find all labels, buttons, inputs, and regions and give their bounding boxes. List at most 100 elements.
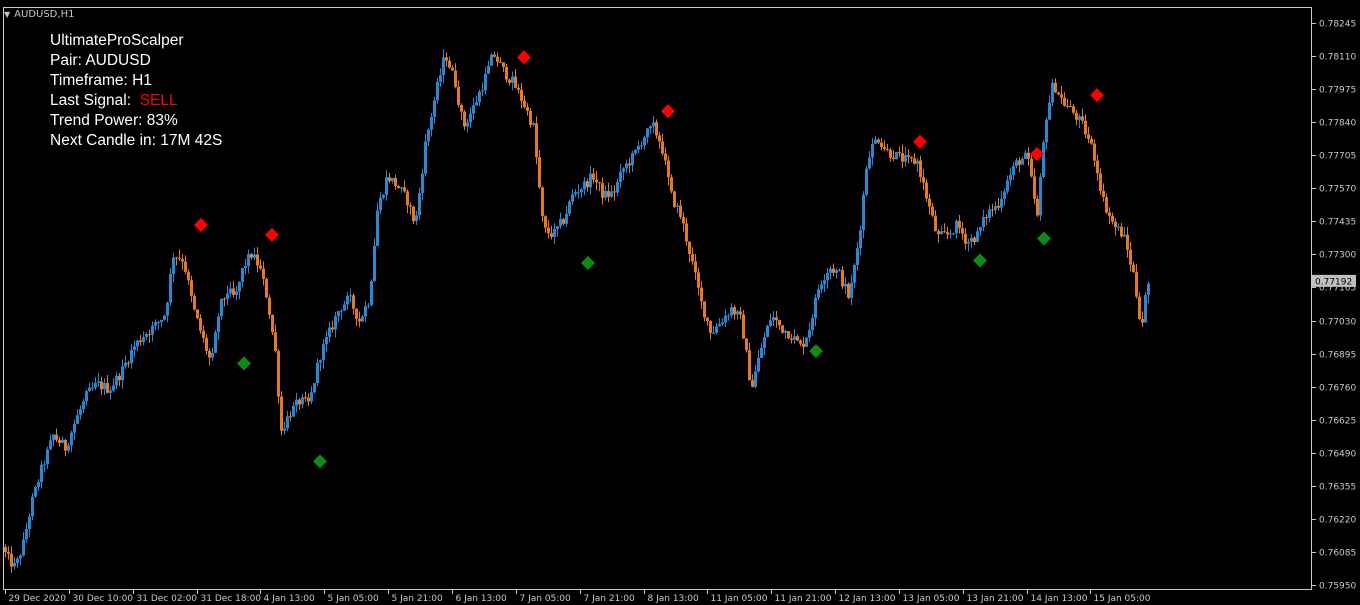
candle-body — [382, 195, 385, 198]
candle-body — [823, 280, 826, 285]
candle-body — [190, 280, 193, 296]
x-axis-label: 13 Jan 05:00 — [903, 594, 960, 604]
candle-body — [997, 205, 1000, 208]
candle-body — [844, 283, 847, 287]
candle-body — [988, 209, 991, 218]
candle-body — [727, 315, 730, 317]
candle-body — [631, 153, 634, 166]
candle-body — [1096, 160, 1099, 174]
candle-body — [112, 385, 115, 391]
candle-body — [1147, 283, 1150, 295]
candle-body — [208, 351, 211, 358]
candle-body — [676, 205, 679, 207]
candle-body — [277, 350, 280, 397]
buy-signal-marker — [313, 454, 327, 469]
candle-body — [313, 383, 316, 393]
candle-body — [487, 65, 490, 74]
y-axis-label: 0.76220 — [1319, 516, 1356, 526]
candle-body — [970, 237, 973, 243]
candle-body — [1129, 249, 1132, 265]
candle-body — [334, 316, 337, 330]
candle-body — [739, 311, 742, 315]
candle-body — [352, 295, 355, 309]
y-axis-label: 0.76355 — [1319, 483, 1356, 493]
candle-body — [289, 416, 292, 418]
candle-body — [448, 60, 451, 68]
sell-signal-marker — [1090, 88, 1104, 103]
candle-body — [130, 349, 133, 364]
candle-body — [394, 177, 397, 186]
candle-body — [67, 445, 70, 451]
candle-body — [115, 375, 118, 386]
candle-body — [58, 439, 61, 444]
candle-body — [643, 137, 646, 146]
candle-body — [664, 153, 667, 161]
candle-body — [424, 141, 427, 174]
candle-body — [238, 281, 241, 292]
sell-signal-marker — [517, 50, 531, 65]
candle-body — [1030, 158, 1033, 177]
candle-body — [709, 321, 712, 333]
candle-body — [262, 268, 265, 279]
candle-body — [241, 267, 244, 282]
candle-body — [799, 340, 802, 344]
candle-body — [526, 107, 529, 111]
candle-body — [70, 432, 73, 446]
candle-body — [217, 316, 220, 333]
candle-body — [46, 449, 49, 465]
candle-body — [661, 141, 664, 154]
candle-body — [52, 434, 55, 441]
candle-body — [553, 228, 556, 237]
candle-body — [793, 336, 796, 340]
candle-body — [1126, 234, 1129, 250]
candle-body — [634, 149, 637, 154]
y-axis-label: 0.78245 — [1319, 20, 1356, 30]
candle-body — [916, 160, 919, 164]
candle-body — [181, 258, 184, 262]
candle-body — [388, 177, 391, 182]
candle-body — [76, 415, 79, 424]
candle-body — [73, 423, 76, 433]
candle-body — [1087, 134, 1090, 139]
chart-title-bar[interactable]: ▼ AUDUSD,H1 — [4, 7, 74, 21]
candle-body — [760, 347, 763, 358]
candle-body — [28, 516, 31, 530]
candle-body — [1039, 177, 1042, 216]
x-axis-label: 7 Jan 21:00 — [584, 594, 636, 604]
candle-body — [496, 56, 499, 62]
chart-window[interactable]: 0.78245 0.78110 0.77975 0.77840 0.77705 0.775… — [0, 0, 1360, 605]
candle-body — [955, 220, 958, 234]
candle-body — [769, 320, 772, 326]
candle-body — [751, 380, 754, 387]
candle-body — [229, 288, 232, 294]
candle-body — [724, 315, 727, 323]
candle-body — [748, 350, 751, 381]
x-axis-label: 15 Jan 05:00 — [1094, 594, 1151, 604]
candle-body — [1036, 198, 1039, 216]
y-axis-label: 0.76490 — [1319, 450, 1356, 460]
candle-body — [928, 198, 931, 207]
candle-body — [625, 163, 628, 169]
candle-body — [571, 194, 574, 202]
candle-body — [307, 397, 310, 402]
candle-body — [892, 157, 895, 160]
candle-body — [619, 171, 622, 183]
candle-body — [1132, 264, 1135, 273]
chart-menu-arrow-icon[interactable]: ▼ — [4, 10, 10, 19]
candle-body — [22, 539, 25, 556]
candle-body — [601, 183, 604, 198]
candle-body — [361, 316, 364, 322]
candle-body — [670, 177, 673, 192]
candle-body — [253, 254, 256, 258]
candle-body — [820, 284, 823, 290]
y-axis-label: 0.76895 — [1319, 351, 1356, 361]
candle-body — [328, 327, 331, 337]
candle-body — [502, 62, 505, 68]
candle-body — [295, 399, 298, 406]
buy-signal-marker — [973, 253, 987, 268]
y-axis-label: 0.77300 — [1319, 251, 1356, 261]
candle-body — [574, 192, 577, 195]
candle-body — [427, 129, 430, 142]
candle-body — [166, 302, 169, 316]
candle-body — [430, 116, 433, 130]
